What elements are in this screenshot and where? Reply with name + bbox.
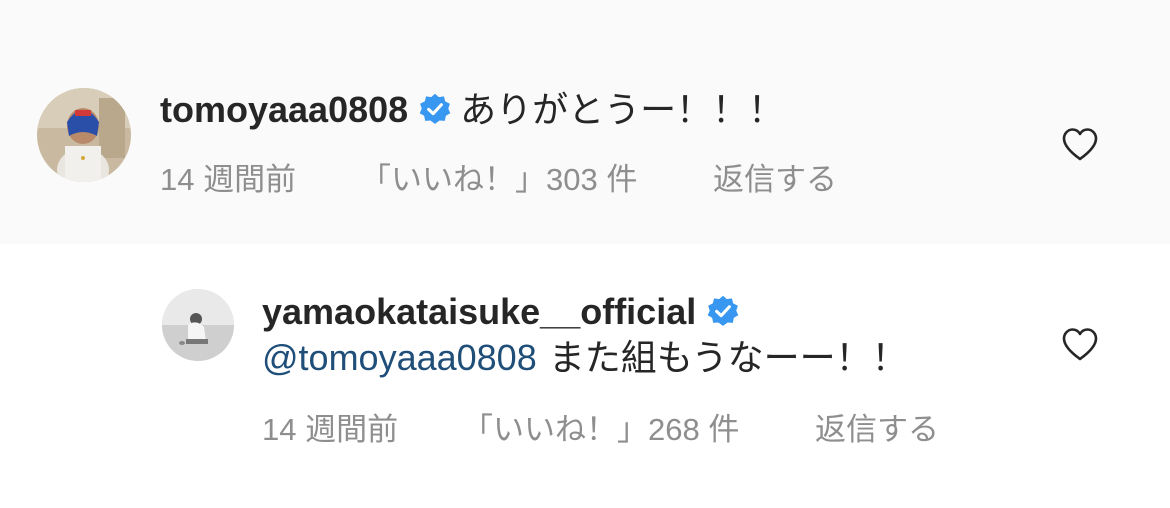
- profile-photo-boxer-icon: [37, 88, 131, 182]
- mention-link[interactable]: @tomoyaaa0808: [262, 337, 537, 378]
- likes-count-link[interactable]: 「いいね！」268 件: [462, 410, 739, 450]
- comment-meta: 14 週間前 「いいね！」268 件 返信する: [262, 410, 982, 450]
- comment-meta: 14 週間前 「いいね！」303 件 返信する: [160, 160, 880, 200]
- username-link[interactable]: tomoyaaa0808: [160, 89, 408, 130]
- comment-body: @tomoyaaa0808 また組もうなーー！！: [262, 336, 908, 380]
- comment-timestamp: 14 週間前: [262, 412, 399, 447]
- like-heart-icon[interactable]: [1061, 326, 1099, 362]
- verified-badge-icon: [706, 294, 740, 338]
- reply-button[interactable]: 返信する: [713, 160, 837, 200]
- comment-timestamp: 14 週間前: [160, 162, 297, 197]
- like-heart-icon[interactable]: [1061, 126, 1099, 162]
- comment-text: ありがとうー！！！: [460, 89, 785, 130]
- likes-count-link[interactable]: 「いいね！」303 件: [360, 160, 637, 200]
- avatar[interactable]: [37, 88, 131, 182]
- reply-item: yamaokataisuke__official @tomoyaaa0808 また…: [0, 244, 1170, 508]
- comment-item: tomoyaaa0808 ありがとうー！！！ 14 週間前 「いいね！」303 件…: [0, 0, 1170, 244]
- avatar[interactable]: [162, 289, 234, 361]
- verified-badge-icon: [418, 92, 452, 136]
- reply-button[interactable]: 返信する: [815, 410, 939, 450]
- username-link[interactable]: yamaokataisuke__official: [262, 291, 696, 332]
- profile-photo-baseball-icon: [162, 289, 234, 361]
- comment-text: また組もうなーー！！: [548, 337, 908, 378]
- comment-header: yamaokataisuke__official: [262, 290, 748, 338]
- comment-header: tomoyaaa0808 ありがとうー！！！: [160, 88, 784, 136]
